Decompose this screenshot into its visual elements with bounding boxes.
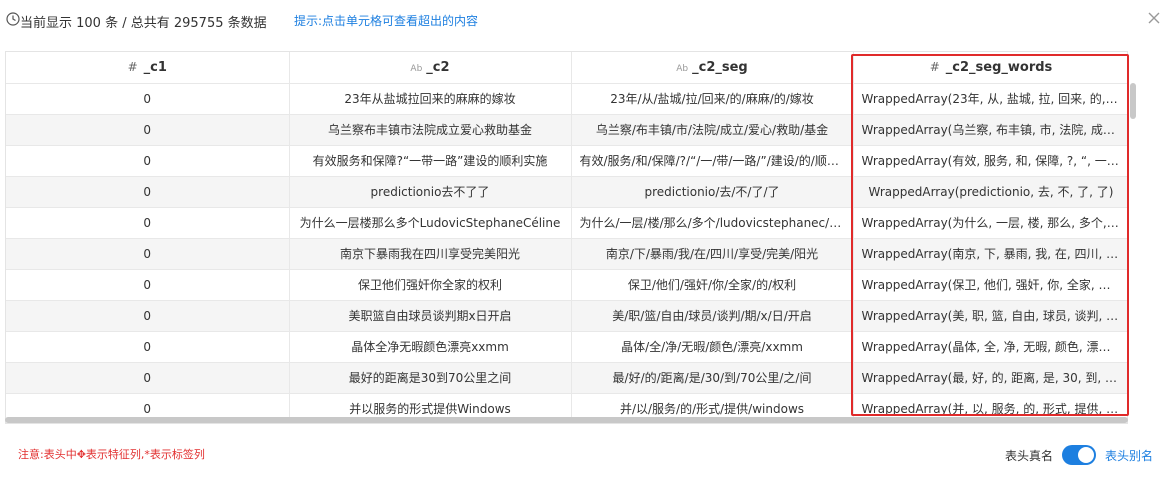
string-type-icon: Ab bbox=[410, 63, 423, 74]
top-bar: 当前显示 100 条 / 总共有 295755 条数据 提示:点击单元格可查看超… bbox=[0, 0, 1174, 40]
table-row[interactable]: 0 为什么一层楼那么多个LudovicStephaneCéline 为什么/一层/楼… bbox=[6, 207, 1127, 239]
hint-text: 提示:点击单元格可查看超出的内容 bbox=[294, 14, 479, 28]
table-cell[interactable]: WrappedArray(为什么, 一层, 楼, 那么, 多个, ludovic… bbox=[853, 207, 1127, 239]
table-cell[interactable]: predictionio/去/不/了/了 bbox=[571, 176, 854, 208]
header-alias-toggle[interactable] bbox=[1062, 445, 1096, 465]
table-row[interactable]: 0 乌兰察布丰镇市法院成立爱心救助基金 乌兰察/布丰镇/市/法院/成立/爱心/救助/… bbox=[6, 114, 1127, 146]
legend-note: 注意:表头中✥表示特征列,*表示标签列 bbox=[18, 448, 205, 461]
table-cell[interactable]: 最好的距离是30到70公里之间 bbox=[289, 362, 572, 394]
number-type-icon: # bbox=[929, 59, 940, 74]
close-icon[interactable] bbox=[1146, 10, 1162, 26]
table-cell[interactable]: 晶体全净无暇颜色漂亮xxmm bbox=[289, 331, 572, 363]
column-header-c1[interactable]: # _c1 bbox=[6, 52, 290, 84]
column-header-c2-seg[interactable]: Ab _c2_seg bbox=[571, 52, 854, 84]
table-cell[interactable]: 有效/服务/和/保障/?/“/一/带/一路/”/建设/的/顺利/实施 bbox=[571, 145, 854, 177]
table-cell[interactable]: 0 bbox=[6, 331, 290, 363]
number-type-icon: # bbox=[127, 59, 138, 74]
horizontal-scrollbar[interactable] bbox=[5, 417, 1128, 423]
table-row[interactable]: 0 南京下暴雨我在四川享受完美阳光 南京/下/暴雨/我/在/四川/享受/完美/阳光 W… bbox=[6, 238, 1127, 270]
column-name: _c1 bbox=[143, 59, 167, 75]
table-cell[interactable]: 南京/下/暴雨/我/在/四川/享受/完美/阳光 bbox=[571, 238, 854, 270]
table-cell[interactable]: predictionio去不了了 bbox=[289, 176, 572, 208]
table-cell[interactable]: WrappedArray(美, 职, 篮, 自由, 球员, 谈判, 期, x, … bbox=[853, 300, 1127, 332]
table-cell[interactable]: 0 bbox=[6, 114, 290, 146]
table-cell[interactable]: 美职篮自由球员谈判期x日开启 bbox=[289, 300, 572, 332]
table-cell[interactable]: 保卫/他们/强奸/你/全家/的/权利 bbox=[571, 269, 854, 301]
column-name: _c2_seg bbox=[692, 59, 748, 75]
table-cell[interactable]: 乌兰察/布丰镇/市/法院/成立/爱心/救助/基金 bbox=[571, 114, 854, 146]
table-cell[interactable]: 为什么/一层/楼/那么/多个/ludovicstephanec/éline bbox=[571, 207, 854, 239]
vertical-scrollbar[interactable] bbox=[1130, 83, 1136, 119]
table-row[interactable]: 0 23年从盐城拉回来的麻麻的嫁妆 23年/从/盐城/拉/回来/的/麻麻/的/嫁妆 W… bbox=[6, 83, 1127, 115]
table-cell[interactable]: 有效服务和保障?“一带一路”建设的顺利实施 bbox=[289, 145, 572, 177]
table-body: 0 23年从盐城拉回来的麻麻的嫁妆 23年/从/盐城/拉/回来/的/麻麻/的/嫁妆 W… bbox=[6, 83, 1127, 423]
table-cell[interactable]: 0 bbox=[6, 269, 290, 301]
table-cell[interactable]: WrappedArray(南京, 下, 暴雨, 我, 在, 四川, 享受, 完美… bbox=[853, 238, 1127, 270]
real-name-label: 表头真名 bbox=[1005, 449, 1054, 463]
column-name: _c2_seg_words bbox=[945, 59, 1053, 75]
table-cell[interactable]: WrappedArray(保卫, 他们, 强奸, 你, 全家, 的, 权利) bbox=[853, 269, 1127, 301]
record-count-text: 当前显示 100 条 / 总共有 295755 条数据 bbox=[20, 16, 267, 31]
table-header-row: # _c1 Ab _c2 Ab _c2_seg # _c2_seg_words bbox=[6, 52, 1127, 84]
column-header-c2[interactable]: Ab _c2 bbox=[289, 52, 572, 84]
table-row[interactable]: 0 最好的距离是30到70公里之间 最/好/的/距离/是/30/到/70公里/之/间… bbox=[6, 362, 1127, 394]
table-row[interactable]: 0 保卫他们强奸你全家的权利 保卫/他们/强奸/你/全家/的/权利 WrappedAr… bbox=[6, 269, 1127, 301]
alias-name-label: 表头别名 bbox=[1105, 449, 1154, 463]
table-cell[interactable]: 美/职/篮/自由/球员/谈判/期/x/日/开启 bbox=[571, 300, 854, 332]
table-cell[interactable]: 乌兰察布丰镇市法院成立爱心救助基金 bbox=[289, 114, 572, 146]
table-cell[interactable]: 0 bbox=[6, 207, 290, 239]
table-row[interactable]: 0 有效服务和保障?“一带一路”建设的顺利实施 有效/服务/和/保障/?/“/一/带… bbox=[6, 145, 1127, 177]
table-cell[interactable]: WrappedArray(晶体, 全, 净, 无暇, 颜色, 漂亮, xxmm) bbox=[853, 331, 1127, 363]
table-cell[interactable]: 0 bbox=[6, 83, 290, 115]
table-cell[interactable]: 最/好/的/距离/是/30/到/70公里/之/间 bbox=[571, 362, 854, 394]
table-cell[interactable]: WrappedArray(乌兰察, 布丰镇, 市, 法院, 成立, 爱心, 救助… bbox=[853, 114, 1127, 146]
string-type-icon: Ab bbox=[676, 63, 689, 74]
data-table[interactable]: # _c1 Ab _c2 Ab _c2_seg # _c2_seg_words 0 23年… bbox=[5, 51, 1128, 424]
table-cell[interactable]: 0 bbox=[6, 300, 290, 332]
table-cell[interactable]: 0 bbox=[6, 362, 290, 394]
table-cell[interactable]: 23年/从/盐城/拉/回来/的/麻麻/的/嫁妆 bbox=[571, 83, 854, 115]
column-header-c2-seg-words[interactable]: # _c2_seg_words bbox=[853, 52, 1127, 84]
table-cell[interactable]: 保卫他们强奸你全家的权利 bbox=[289, 269, 572, 301]
table-cell[interactable]: 晶体/全/净/无暇/颜色/漂亮/xxmm bbox=[571, 331, 854, 363]
table-cell[interactable]: 南京下暴雨我在四川享受完美阳光 bbox=[289, 238, 572, 270]
table-cell[interactable]: 为什么一层楼那么多个LudovicStephaneCéline bbox=[289, 207, 572, 239]
table-cell[interactable]: 0 bbox=[6, 145, 290, 177]
clock-icon bbox=[6, 12, 20, 26]
table-cell[interactable]: WrappedArray(最, 好, 的, 距离, 是, 30, 到, 70公里… bbox=[853, 362, 1127, 394]
table-cell[interactable]: WrappedArray(predictionio, 去, 不, 了, 了) bbox=[853, 176, 1127, 208]
table-cell[interactable]: 0 bbox=[6, 176, 290, 208]
table-row[interactable]: 0 晶体全净无暇颜色漂亮xxmm 晶体/全/净/无暇/颜色/漂亮/xxmm Wrapp… bbox=[6, 331, 1127, 363]
table-cell[interactable]: 0 bbox=[6, 238, 290, 270]
table-row[interactable]: 0 predictionio去不了了 predictionio/去/不/了/了 Wra… bbox=[6, 176, 1127, 208]
toggle-knob bbox=[1078, 447, 1094, 463]
table-cell[interactable]: WrappedArray(23年, 从, 盐城, 拉, 回来, 的, 麻麻, 的… bbox=[853, 83, 1127, 115]
table-cell[interactable]: WrappedArray(有效, 服务, 和, 保障, ?, “, 一, 带, … bbox=[853, 145, 1127, 177]
table-row[interactable]: 0 美职篮自由球员谈判期x日开启 美/职/篮/自由/球员/谈判/期/x/日/开启 Wr… bbox=[6, 300, 1127, 332]
column-name: _c2 bbox=[426, 59, 450, 75]
table-cell[interactable]: 23年从盐城拉回来的麻麻的嫁妆 bbox=[289, 83, 572, 115]
